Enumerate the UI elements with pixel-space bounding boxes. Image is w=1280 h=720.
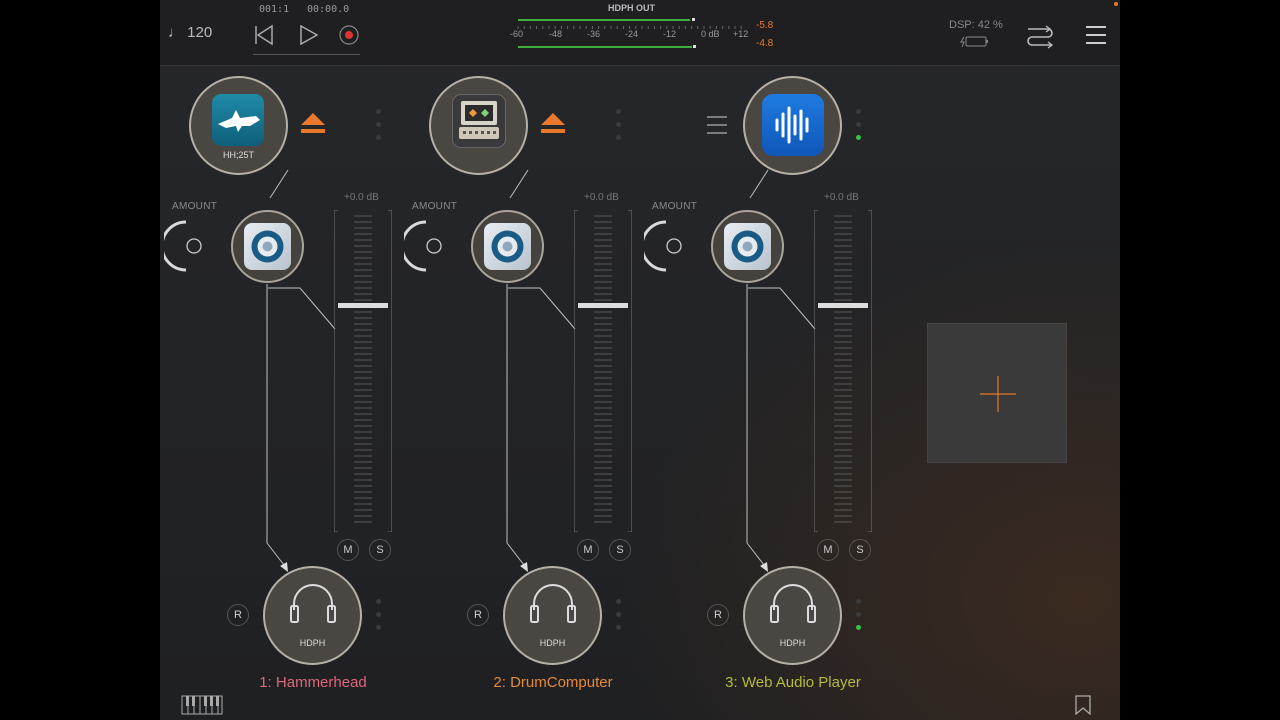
keyboard-icon[interactable] xyxy=(181,695,223,715)
headphones-icon xyxy=(530,584,576,623)
amount-knob[interactable] xyxy=(644,218,688,280)
channel-strip-3: AMOUNT +0.0 dB M S R HDPH 3: Web Audio P… xyxy=(640,66,880,720)
meter-title: HDPH OUT xyxy=(608,3,655,13)
amount-label: AMOUNT xyxy=(652,201,698,212)
record-arm-button[interactable]: R xyxy=(707,604,729,626)
meter-tick-4: -24 xyxy=(625,29,639,39)
drumcomputer-app-icon[interactable] xyxy=(452,94,506,148)
output-led-3 xyxy=(376,625,381,630)
mute-button[interactable]: M xyxy=(577,539,599,561)
gain-readout: +0.0 dB xyxy=(824,192,859,203)
slot-led-1 xyxy=(856,109,861,114)
web-audio-player-app-icon[interactable] xyxy=(762,94,824,156)
output-led-2 xyxy=(376,612,381,617)
output-led-1 xyxy=(616,599,621,604)
meter-tick-6: 0 dB xyxy=(701,29,720,39)
meter-tick-7: +12 xyxy=(733,29,749,39)
channel-strip-1: HH;25T AMOUNT +0.0 dB M S R HDPH 1: Hamm… xyxy=(160,66,400,720)
rewind-button[interactable] xyxy=(253,24,275,46)
amount-knob[interactable] xyxy=(164,218,208,280)
gain-readout: +0.0 dB xyxy=(344,192,379,203)
hammerhead-app-icon[interactable] xyxy=(212,94,264,146)
channel-menu-icon[interactable] xyxy=(706,114,728,136)
channel-name[interactable]: 2: DrumComputer xyxy=(453,674,653,691)
output-led-3 xyxy=(616,625,621,630)
mute-button[interactable]: M xyxy=(817,539,839,561)
output-led-1 xyxy=(376,599,381,604)
slot-led-2 xyxy=(856,122,861,127)
notification-dot xyxy=(1114,2,1118,6)
amount-knob[interactable] xyxy=(404,218,448,280)
channel-strip-2: AMOUNT +0.0 dB M S R HDPH 2: DrumCompute… xyxy=(400,66,640,720)
solo-button[interactable]: S xyxy=(609,539,631,561)
slot-led-3 xyxy=(376,135,381,140)
slot-led-2 xyxy=(376,122,381,127)
play-button[interactable] xyxy=(298,24,320,46)
slot-led-1 xyxy=(376,109,381,114)
position-readout: 001:1 xyxy=(259,4,290,15)
record-arm-button[interactable]: R xyxy=(467,604,489,626)
add-channel-button[interactable] xyxy=(927,323,1067,463)
headphones-icon xyxy=(770,584,816,623)
output-label: HDPH xyxy=(779,638,806,648)
main-menu-button[interactable] xyxy=(1085,24,1107,46)
volume-fader-1[interactable] xyxy=(333,209,393,533)
meter-tick-1: -60 xyxy=(510,29,524,39)
output-label: HDPH xyxy=(539,638,566,648)
amount-label: AMOUNT xyxy=(172,201,218,212)
tempo-value: 120 xyxy=(187,24,213,41)
time-readout: 00:00.0 xyxy=(307,4,350,15)
output-led-3 xyxy=(856,625,861,630)
gain-readout: +0.0 dB xyxy=(584,192,619,203)
eject-icon[interactable] xyxy=(300,112,326,134)
slot-led-2 xyxy=(616,122,621,127)
solo-button[interactable]: S xyxy=(849,539,871,561)
routing-icon[interactable] xyxy=(1026,22,1054,50)
output-led-1 xyxy=(856,599,861,604)
mute-button[interactable]: M xyxy=(337,539,359,561)
slot-led-3 xyxy=(616,135,621,140)
dsp-readout: DSP: 42 % xyxy=(949,19,1003,31)
transport-underline xyxy=(253,54,360,55)
volume-fader-3[interactable] xyxy=(813,209,873,533)
record-arm-button[interactable]: R xyxy=(227,604,249,626)
battery-charging-icon xyxy=(960,36,988,48)
meter-tick-2: -48 xyxy=(549,29,563,39)
solo-button[interactable]: S xyxy=(369,539,391,561)
volume-fader-2[interactable] xyxy=(573,209,633,533)
peak-top-readout: -5.8 xyxy=(756,20,774,31)
headphones-icon xyxy=(290,584,336,623)
eject-icon[interactable] xyxy=(540,112,566,134)
record-button[interactable] xyxy=(338,24,360,46)
tempo-control[interactable]: ♩ 120 xyxy=(168,24,212,41)
app-window: ♩ 120 001:1 00:00.0 HDPH OUT -60 -48 -36 xyxy=(160,0,1120,720)
note-icon: ♩ xyxy=(168,24,183,41)
bookmark-icon[interactable] xyxy=(1075,695,1091,715)
meter-tick-5: -12 xyxy=(663,29,677,39)
top-bar: ♩ 120 001:1 00:00.0 HDPH OUT -60 -48 -36 xyxy=(160,0,1120,66)
output-led-2 xyxy=(616,612,621,617)
plus-icon xyxy=(980,376,1016,412)
effect-app-icon[interactable] xyxy=(724,223,771,270)
slot-led-3 xyxy=(856,135,861,140)
amount-label: AMOUNT xyxy=(412,201,458,212)
channel-name[interactable]: 3: Web Audio Player xyxy=(693,674,893,691)
effect-app-icon[interactable] xyxy=(244,223,291,270)
output-label: HDPH xyxy=(299,638,326,648)
effect-app-icon[interactable] xyxy=(484,223,531,270)
channel-name[interactable]: 1: Hammerhead xyxy=(213,674,413,691)
instrument-slot-label: HH;25T xyxy=(222,150,254,160)
meter-tick-3: -36 xyxy=(587,29,601,39)
output-led-2 xyxy=(856,612,861,617)
slot-led-1 xyxy=(616,109,621,114)
peak-bottom-readout: -4.8 xyxy=(756,38,774,49)
